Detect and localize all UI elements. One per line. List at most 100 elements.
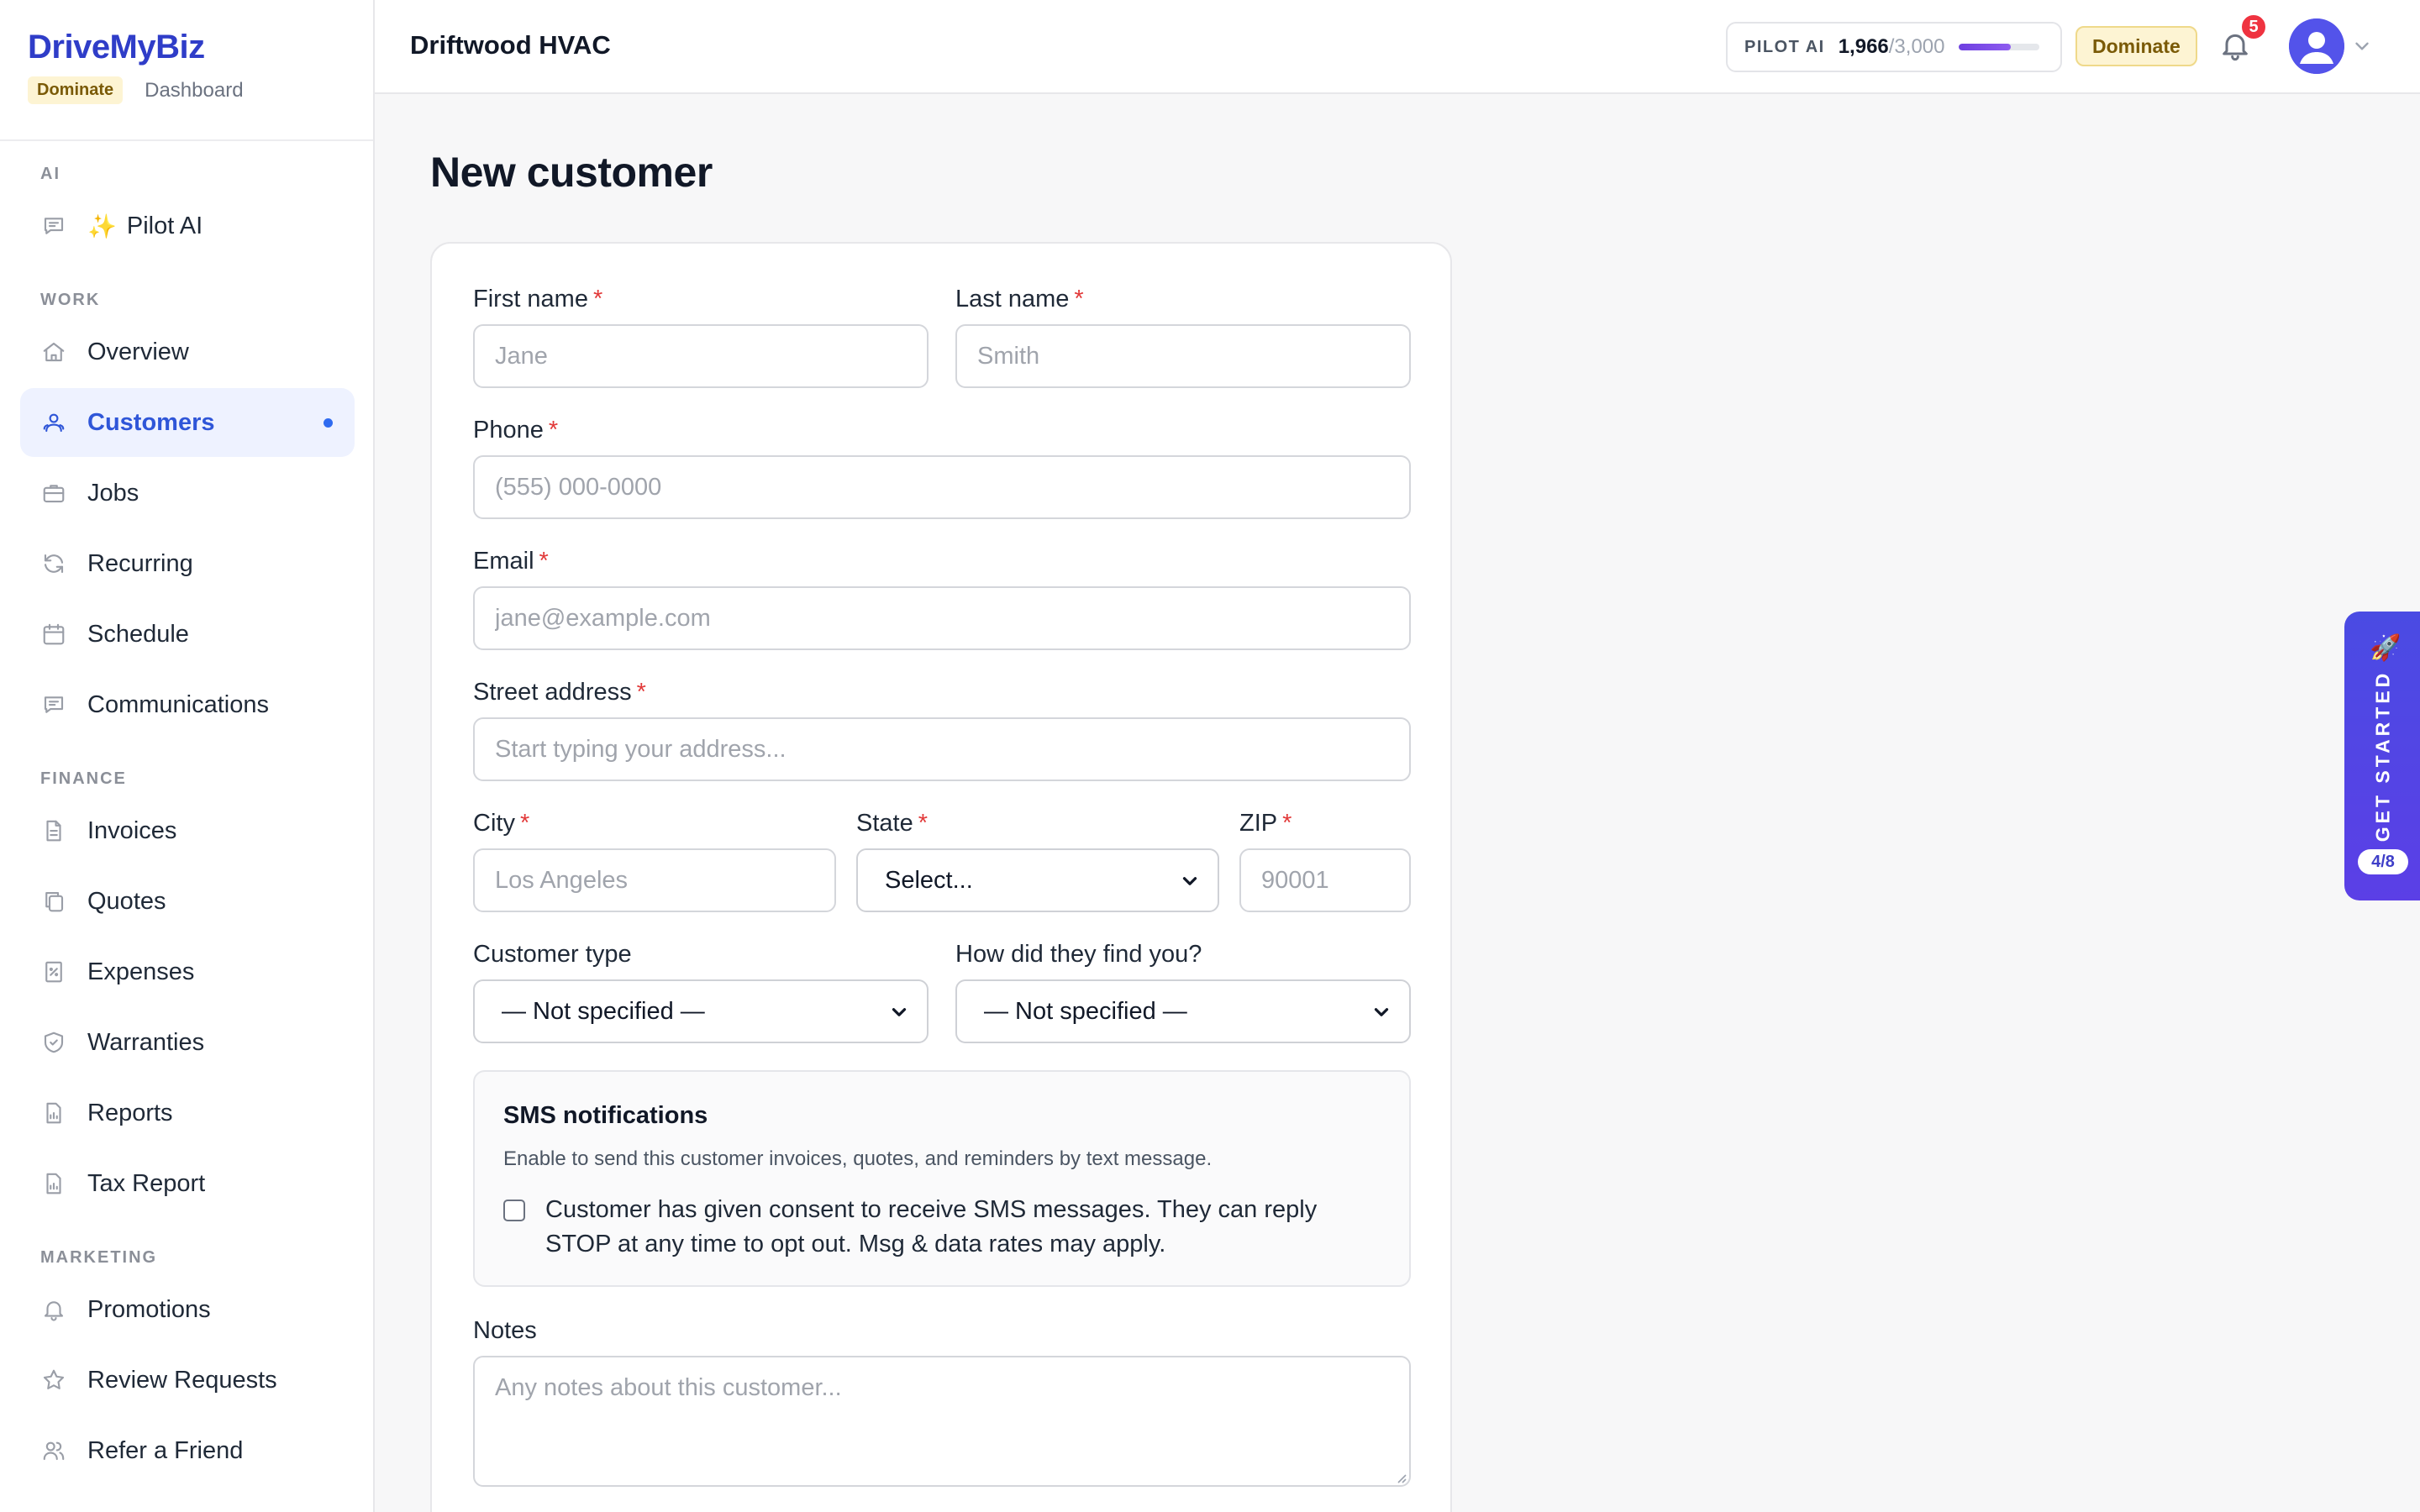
sidebar-item-label: Reports [87, 1099, 173, 1126]
section-label-work: WORK [40, 291, 101, 309]
sidebar-item-refer-a-friend[interactable]: Refer a Friend [20, 1416, 355, 1485]
required-mark: * [519, 810, 530, 837]
sidebar-item-jobs[interactable]: Jobs [20, 459, 355, 528]
city-label: City * [473, 810, 530, 837]
sidebar-item-label: Communications [87, 690, 269, 718]
sidebar-item-promotions[interactable]: Promotions [20, 1275, 355, 1344]
avatar[interactable] [2289, 18, 2344, 74]
sidebar-item-quotes[interactable]: Quotes [20, 867, 355, 936]
state-label: State * [856, 810, 929, 837]
document-icon [40, 817, 67, 844]
first-name-input[interactable] [473, 324, 929, 388]
message-icon [40, 691, 67, 718]
sidebar-item-recurring[interactable]: Recurring [20, 529, 355, 598]
receipt-icon [40, 958, 67, 985]
calendar-icon [40, 621, 67, 648]
source-select-value: — Not specified — [984, 997, 1187, 1025]
notes-textarea[interactable] [473, 1356, 1411, 1487]
shield-icon [40, 1029, 67, 1056]
phone-input[interactable] [473, 455, 1411, 519]
state-select-value: Select... [885, 866, 973, 894]
customer-type-select[interactable]: — Not specified — [473, 979, 929, 1043]
street-address-label: Street address * [473, 679, 646, 706]
sidebar-item-label: Customers [87, 408, 215, 436]
sidebar-item-label: Expenses [87, 958, 195, 985]
brand-name[interactable]: DriveMyBiz [28, 29, 244, 66]
plan-badge: Dominate [28, 76, 124, 104]
sparkle-icon: ✨ [87, 213, 117, 239]
source-select[interactable]: — Not specified — [955, 979, 1411, 1043]
bell-icon [40, 1296, 67, 1323]
active-indicator-dot [324, 418, 333, 428]
sidebar-item-label: Invoices [87, 816, 177, 844]
pilot-ai-usage-meter[interactable]: PILOT AI 1,966 /3,000 [1726, 22, 2062, 72]
sms-title: SMS notifications [503, 1102, 708, 1129]
notes-label: Notes [473, 1317, 537, 1344]
notification-count-badge: 5 [2239, 13, 2268, 41]
sidebar-item-label: Warranties [87, 1028, 205, 1056]
sidebar: DriveMyBiz Dominate Dashboard AI ✨ Pilot… [0, 0, 375, 1512]
rocket-icon: 🚀 [2370, 634, 2402, 662]
section-label-ai: AI [40, 165, 60, 183]
city-input[interactable] [473, 848, 836, 912]
required-mark: * [918, 810, 929, 837]
plan-badge-header[interactable]: Dominate [2075, 26, 2197, 66]
section-label-marketing: MARKETING [40, 1248, 158, 1267]
copy-icon [40, 888, 67, 915]
street-address-input[interactable] [473, 717, 1411, 781]
sidebar-item-warranties[interactable]: Warranties [20, 1008, 355, 1077]
sidebar-item-invoices[interactable]: Invoices [20, 796, 355, 865]
sidebar-item-customers[interactable]: Customers [20, 388, 355, 457]
zip-input[interactable] [1239, 848, 1411, 912]
required-mark: * [1282, 810, 1292, 837]
bar-chart-icon [40, 1100, 67, 1126]
sms-notifications-panel: SMS notifications Enable to send this cu… [473, 1070, 1411, 1287]
sidebar-item-pilot-ai[interactable]: ✨ Pilot AI [20, 192, 355, 260]
user-group-icon [40, 1437, 67, 1464]
required-mark: * [592, 286, 603, 312]
usage-label: PILOT AI [1744, 37, 1825, 56]
email-label: Email * [473, 548, 549, 575]
sidebar-item-label: Pilot AI [126, 212, 203, 239]
email-input[interactable] [473, 586, 1411, 650]
chevron-down-icon[interactable] [2351, 35, 2373, 57]
sidebar-divider [0, 139, 373, 141]
sidebar-item-label: Schedule [87, 620, 189, 648]
resize-grip-icon[interactable] [1395, 1472, 1407, 1483]
sidebar-item-schedule[interactable]: Schedule [20, 600, 355, 669]
sms-consent-label[interactable]: Customer has given consent to receive SM… [545, 1193, 1386, 1262]
get-started-tab[interactable]: 🚀 GET STARTED 4/8 [2344, 612, 2420, 900]
sidebar-item-label: Quotes [87, 887, 166, 915]
sidebar-item-label: Promotions [87, 1295, 211, 1323]
users-icon [40, 409, 67, 436]
customer-type-label: Customer type [473, 941, 632, 968]
briefcase-icon [40, 480, 67, 507]
sidebar-item-overview[interactable]: Overview [20, 318, 355, 386]
zip-label: ZIP * [1239, 810, 1292, 837]
state-select[interactable]: Select... [856, 848, 1219, 912]
sms-consent-checkbox[interactable] [503, 1200, 525, 1221]
top-header: Driftwood HVAC PILOT AI 1,966 /3,000 Dom… [375, 0, 2420, 94]
star-icon [40, 1367, 67, 1394]
sidebar-item-label: Refer a Friend [87, 1436, 244, 1464]
required-mark: * [636, 679, 646, 706]
usage-used: 1,966 [1838, 35, 1889, 58]
first-name-label: First name * [473, 286, 603, 312]
sidebar-item-expenses[interactable]: Expenses [20, 937, 355, 1006]
sidebar-item-communications[interactable]: Communications [20, 670, 355, 739]
sidebar-item-tax-report[interactable]: Tax Report [20, 1149, 355, 1218]
page-title: New customer [430, 149, 713, 196]
sidebar-item-review-requests[interactable]: Review Requests [20, 1346, 355, 1415]
chevron-down-icon [1370, 1001, 1392, 1023]
last-name-input[interactable] [955, 324, 1411, 388]
sms-description: Enable to send this customer invoices, q… [503, 1147, 1213, 1170]
chevron-down-icon [888, 1001, 910, 1023]
brand[interactable]: DriveMyBiz Dominate Dashboard [28, 29, 244, 104]
source-label: How did they find you? [955, 941, 1202, 968]
phone-label: Phone * [473, 417, 559, 444]
sidebar-item-reports[interactable]: Reports [20, 1079, 355, 1147]
customer-type-select-value: — Not specified — [502, 997, 705, 1025]
chevron-down-icon [1179, 870, 1201, 892]
last-name-label: Last name * [955, 286, 1084, 312]
usage-progress-bar [1958, 44, 2039, 50]
